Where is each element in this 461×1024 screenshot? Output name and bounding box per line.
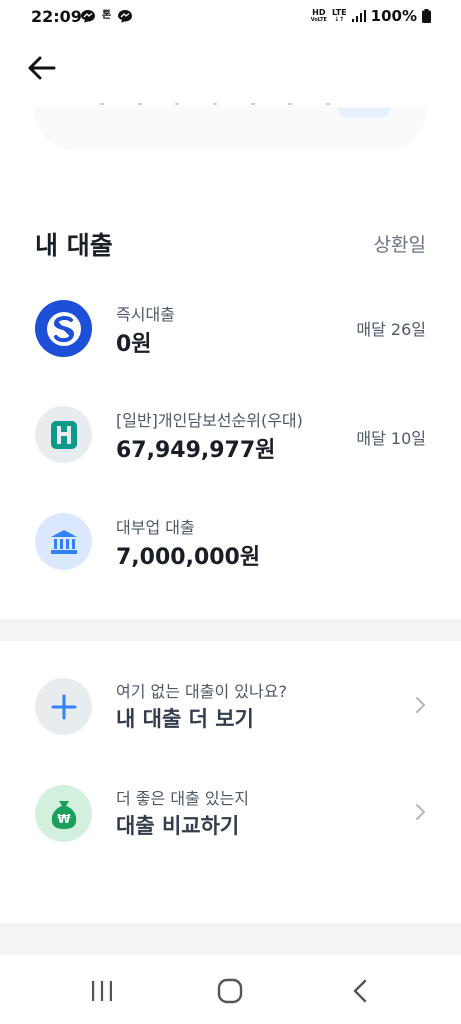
chevron-right-icon xyxy=(416,804,425,820)
more-loans-row[interactable]: 여기 없는 대출이 있나요? 내 대출 더 보기 xyxy=(0,678,461,744)
section-title: 내 대출 xyxy=(35,231,113,260)
card-text-remnant xyxy=(100,103,330,106)
loan-due-date: 매달 10일 xyxy=(356,429,426,448)
repayment-date-header[interactable]: 상환일 xyxy=(374,230,426,257)
system-icons: HD VoLTE LTE ↓↑ 100% xyxy=(311,7,431,25)
back-button[interactable] xyxy=(22,50,60,86)
loan-name: 대부업 대출 xyxy=(116,518,195,537)
shinhan-bank-icon xyxy=(35,300,92,357)
recent-apps-button[interactable] xyxy=(82,975,122,1007)
card-pill-button[interactable] xyxy=(338,108,390,118)
hd-voice-icon: HD VoLTE xyxy=(310,8,327,24)
back-icon xyxy=(353,979,367,1003)
status-time: 22:09 xyxy=(31,7,82,26)
plus-icon xyxy=(35,678,92,735)
money-bag-icon: ₩ xyxy=(35,785,92,842)
action-subtitle: 더 좋은 대출 있는지 xyxy=(116,789,250,808)
loan-amount: 7,000,000원 xyxy=(116,545,261,570)
signal-icon xyxy=(351,10,366,22)
action-subtitle: 여기 없는 대출이 있나요? xyxy=(116,682,287,701)
action-title: 대출 비교하기 xyxy=(116,814,240,838)
messenger-icon-2 xyxy=(118,10,133,23)
header-background xyxy=(0,34,461,106)
loan-name: [일반]개인담보선순위(우대) xyxy=(116,411,303,430)
loan-item[interactable]: [일반]개인담보선순위(우대) 67,949,977원 매달 10일 xyxy=(0,406,461,478)
section-divider xyxy=(0,619,461,641)
loan-amount: 67,949,977원 xyxy=(116,438,276,463)
battery-icon xyxy=(422,9,431,23)
loan-item[interactable]: 대부업 대출 7,000,000원 xyxy=(0,513,461,585)
battery-percent: 100% xyxy=(370,7,417,25)
arrow-left-icon xyxy=(28,56,56,80)
nav-back-button[interactable] xyxy=(340,975,380,1007)
status-bar: 22:09 톤 HD VoLTE LTE ↓↑ 100% xyxy=(0,0,461,34)
loan-item[interactable]: 즉시대출 0원 매달 26일 xyxy=(0,300,461,372)
toss-badge: 톤 xyxy=(102,10,112,21)
home-icon xyxy=(217,978,243,1004)
compare-loans-row[interactable]: ₩ 더 좋은 대출 있는지 대출 비교하기 xyxy=(0,785,461,851)
bank-building-icon xyxy=(35,513,92,570)
loan-name: 즉시대출 xyxy=(116,305,175,324)
recent-apps-icon xyxy=(92,981,112,1001)
chevron-right-icon xyxy=(416,697,425,713)
svg-text:₩: ₩ xyxy=(57,812,71,826)
bottom-divider xyxy=(0,923,461,955)
hana-bank-icon xyxy=(35,406,92,463)
home-button[interactable] xyxy=(210,975,250,1007)
loan-due-date: 매달 26일 xyxy=(356,320,426,339)
notification-icons: 톤 xyxy=(80,9,133,23)
messenger-icon xyxy=(81,10,95,23)
loan-amount: 0원 xyxy=(116,332,152,357)
lte-icon: LTE ↓↑ xyxy=(331,8,347,23)
system-nav-bar xyxy=(0,955,461,1024)
action-title: 내 대출 더 보기 xyxy=(116,707,254,731)
